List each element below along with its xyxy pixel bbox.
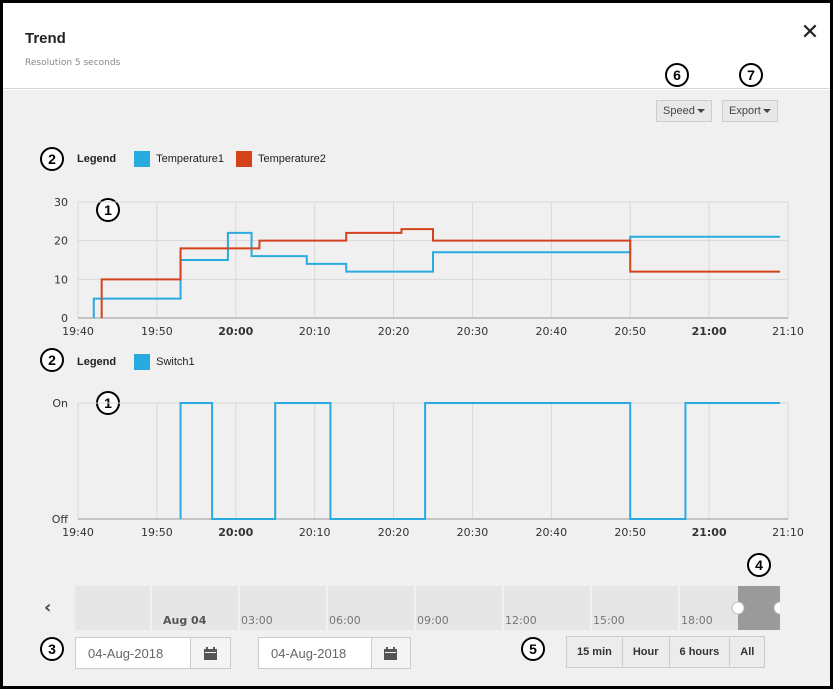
x-tick-label: 21:00 <box>692 325 727 338</box>
callout-7: 7 <box>739 63 763 87</box>
callout-5: 5 <box>521 637 545 661</box>
y-tick-label: Off <box>52 513 69 526</box>
x-tick-label: 20:40 <box>535 526 567 539</box>
timeline-label: Aug 04 <box>163 614 207 627</box>
export-label: Export <box>729 105 761 117</box>
x-tick-label: 20:10 <box>299 526 331 539</box>
legend-title: Legend <box>77 356 117 368</box>
range-15min-button[interactable]: 15 min <box>567 637 623 667</box>
close-icon[interactable]: ✕ <box>798 21 822 45</box>
timeline-handle-left <box>731 601 745 615</box>
y-tick-label: 30 <box>54 196 68 209</box>
x-tick-label: 20:10 <box>299 325 331 338</box>
timeline-label: 15:00 <box>593 614 625 627</box>
end-date-field[interactable]: 04-Aug-2018 <box>258 637 411 669</box>
y-tick-label: 20 <box>54 235 68 248</box>
dialog-header: Trend Resolution 5 seconds ✕ <box>3 3 830 89</box>
x-tick-label: 20:30 <box>457 526 489 539</box>
x-tick-label: 20:50 <box>614 526 646 539</box>
legend-label: Temperature1 <box>156 153 224 165</box>
x-tick-label: 20:20 <box>378 526 410 539</box>
calendar-icon[interactable] <box>190 638 230 668</box>
legend-swatch <box>236 151 252 167</box>
callout-2: 2 <box>40 348 64 372</box>
export-button[interactable]: Export <box>722 100 778 122</box>
chevron-down-icon <box>696 109 705 114</box>
y-tick-label: 10 <box>54 273 68 286</box>
range-hour-button[interactable]: Hour <box>623 637 670 667</box>
legend-temperature: Legend Temperature1 Temperature2 <box>77 150 338 168</box>
y-tick-label: 0 <box>61 312 68 325</box>
timeline-label: 09:00 <box>417 614 449 627</box>
range-all-button[interactable]: All <box>730 637 764 667</box>
start-date-value: 04-Aug-2018 <box>88 645 164 661</box>
x-tick-label: 19:50 <box>141 526 173 539</box>
callout-3: 3 <box>40 637 64 661</box>
temperature-chart: 19:40 19:50 20:00 20:10 20:20 20:30 20:40 20:50… <box>54 196 804 338</box>
range-6hours-button[interactable]: 6 hours <box>670 637 731 667</box>
timeline-navigator[interactable]: Aug 04 03:00 06:00 09:00 12:00 15:00 18:00 <box>75 586 787 630</box>
timeline-label: 18:00 <box>681 614 713 627</box>
timeline-label: 12:00 <box>505 614 537 627</box>
series-line-temperature2 <box>100 228 781 318</box>
chevron-down-icon <box>762 109 771 114</box>
end-date-value: 04-Aug-2018 <box>271 645 347 661</box>
x-tick-label: 19:50 <box>141 325 173 338</box>
x-tick-label: 21:10 <box>772 526 804 539</box>
speed-label: Speed <box>663 105 695 117</box>
timeline-svg: Aug 04 03:00 06:00 09:00 12:00 15:00 18:00 <box>150 586 787 630</box>
callout-2: 2 <box>40 147 64 171</box>
calendar-icon[interactable] <box>370 638 410 668</box>
timeline-label: 06:00 <box>329 614 361 627</box>
legend-switch: Legend Switch1 <box>77 353 207 371</box>
legend-title: Legend <box>77 153 117 165</box>
legend-swatch <box>134 354 151 370</box>
legend-item-temperature2[interactable]: Temperature2 <box>236 151 326 167</box>
y-tick-label: On <box>52 397 68 410</box>
x-tick-label: 19:40 <box>62 526 94 539</box>
x-tick-label: 21:10 <box>772 325 804 338</box>
legend-item-temperature1[interactable]: Temperature1 <box>134 151 224 167</box>
timeline-label: 03:00 <box>241 614 273 627</box>
x-tick-label: 20:20 <box>378 325 410 338</box>
timeline-prev-button[interactable]: ‹ <box>44 598 60 618</box>
callout-6: 6 <box>665 63 689 87</box>
speed-button[interactable]: Speed <box>656 100 712 122</box>
dialog-title: Trend <box>25 30 66 47</box>
range-button-group: 15 min Hour 6 hours All <box>566 636 766 668</box>
legend-label: Temperature2 <box>258 153 326 165</box>
callout-4: 4 <box>747 553 771 577</box>
resolution-subtitle: Resolution 5 seconds <box>25 58 121 68</box>
legend-label: Switch1 <box>156 356 195 368</box>
x-tick-label: 20:50 <box>614 325 646 338</box>
x-tick-label: 19:40 <box>62 325 94 338</box>
x-tick-label: 20:00 <box>218 325 253 338</box>
series-line-switch1 <box>179 402 781 520</box>
legend-item-switch1[interactable]: Switch1 <box>134 354 195 370</box>
legend-swatch <box>134 151 151 167</box>
x-tick-label: 20:30 <box>457 325 489 338</box>
series-line-temperature1 <box>92 231 781 318</box>
x-tick-label: 21:00 <box>692 526 727 539</box>
start-date-field[interactable]: 04-Aug-2018 <box>75 637 231 669</box>
switch-chart: 19:40 19:50 20:00 20:10 20:20 20:30 20:40 20:50… <box>52 397 804 539</box>
x-tick-label: 20:40 <box>535 325 567 338</box>
x-tick-label: 20:00 <box>218 526 253 539</box>
